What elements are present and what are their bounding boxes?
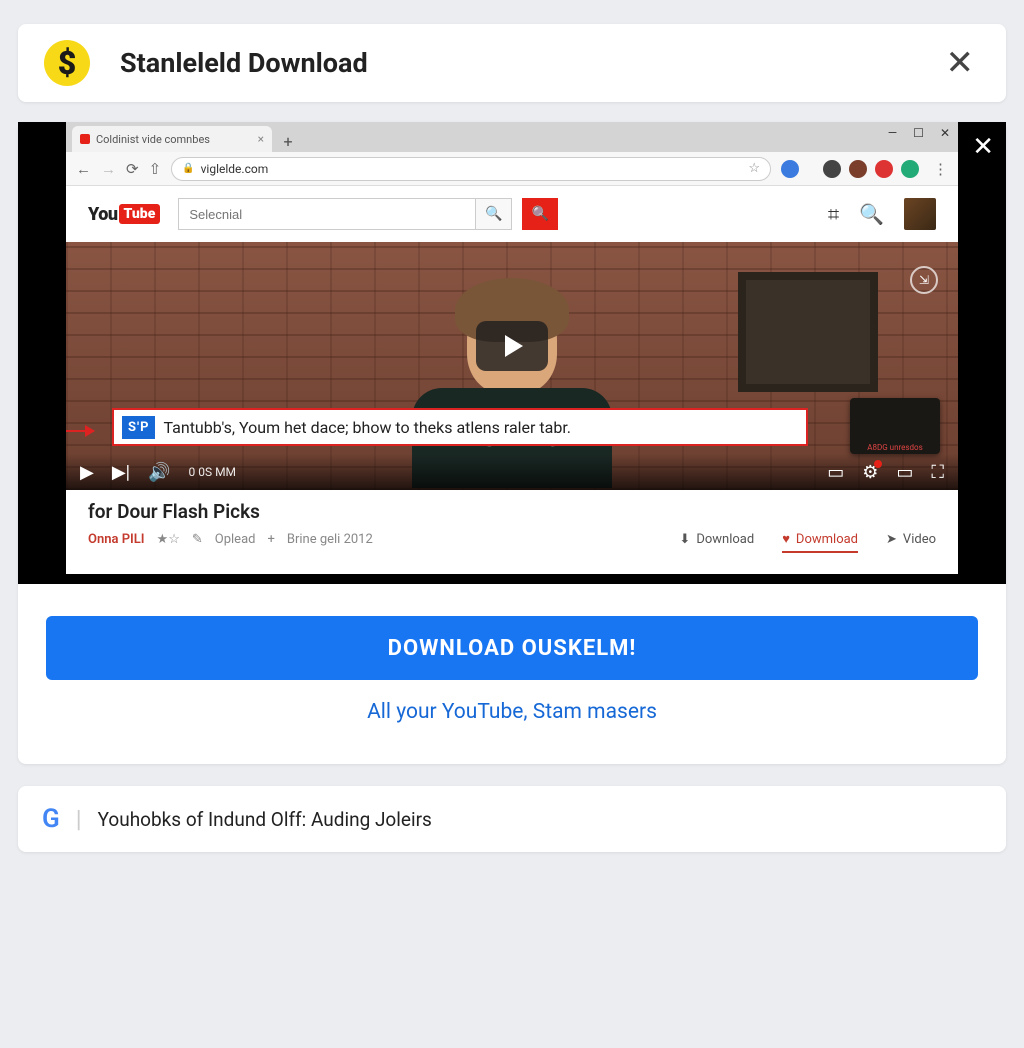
caption-callout: S'P Tantubb's, Youm het dace; bhow to th… <box>112 408 808 446</box>
meta-upload: Oplead <box>215 532 256 547</box>
browser-menu-icon[interactable]: ⋮ <box>933 160 948 178</box>
tab-close-icon[interactable]: × <box>258 132 264 146</box>
footer-text: Youhobks of Indund Olff: Auding Joleirs <box>98 808 432 831</box>
cta-sub-link[interactable]: All your YouTube, Stam masers <box>18 700 1006 724</box>
logo-you: You <box>88 204 118 225</box>
app-dollar-icon: $ <box>44 40 90 86</box>
search-icon: 🔍 <box>532 206 549 222</box>
mini-preview[interactable]: A8DG unresdos <box>850 398 940 454</box>
video-controls: ▶ ▶| 🔊 0 0S MM ▭ ⚙ ▭ ⛶ <box>66 454 958 490</box>
tab-favicon-icon <box>80 134 90 144</box>
download-icon: ⬇ <box>679 532 690 547</box>
url-text: viglelde.com <box>201 162 269 176</box>
pencil-icon: ✎ <box>192 532 203 547</box>
search-input[interactable] <box>178 198 476 230</box>
fullscreen-icon[interactable]: ⛶ <box>931 462 944 483</box>
browser-frame: Coldinist vide comnbes × + — ☐ ✕ ← → ⟳ ⇧… <box>66 122 958 574</box>
apps-grid-icon[interactable]: ⌗ <box>828 202 839 226</box>
nav-home-icon[interactable]: ⇧ <box>149 160 162 178</box>
nav-forward-icon[interactable]: → <box>101 160 116 178</box>
caption-text: Tantubb's, Youm het dace; bhow to theks … <box>163 418 571 437</box>
video-meta: Onna PILI ★☆ ✎ Oplead + Brine geli 2012 … <box>88 531 936 547</box>
video-info: for Dour Flash Picks Onna PILI ★☆ ✎ Ople… <box>66 490 958 559</box>
window-close-icon[interactable]: ✕ <box>940 126 950 140</box>
nav-back-icon[interactable]: ← <box>76 160 91 178</box>
window-minimize-icon[interactable]: — <box>888 126 897 140</box>
picture-in-picture-icon[interactable]: ⇲ <box>910 266 938 294</box>
send-icon: ➤ <box>886 532 897 547</box>
footer-card[interactable]: G | Youhobks of Indund Olff: Auding Jole… <box>18 786 1006 852</box>
meta-date: Brine geli 2012 <box>287 532 373 547</box>
next-icon[interactable]: ▶| <box>112 462 130 483</box>
main-card: ✕ Coldinist vide comnbes × + — ☐ ✕ ← → <box>18 122 1006 764</box>
youtube-search: 🔍 🔍 <box>178 198 558 230</box>
avatar[interactable] <box>904 198 936 230</box>
action-download-heart[interactable]: ♥ Dowmload <box>782 531 858 553</box>
window-maximize-icon[interactable]: ☐ <box>913 126 924 140</box>
search-icon[interactable]: 🔍 <box>859 202 884 226</box>
search-red-button[interactable]: 🔍 <box>522 198 558 230</box>
channel-name[interactable]: Onna PILI <box>88 532 145 547</box>
star-icon: ★☆ <box>157 532 180 547</box>
url-input[interactable]: 🔒 viglelde.com ☆ <box>171 157 771 181</box>
extension-icons: ⋮ <box>781 160 948 178</box>
search-button[interactable]: 🔍 <box>476 198 512 230</box>
logo-tube: Tube <box>119 204 161 224</box>
heart-icon: ♥ <box>782 531 790 547</box>
extension-icon[interactable] <box>781 160 799 178</box>
bookmark-star-icon[interactable]: ☆ <box>748 161 760 176</box>
theater-icon[interactable]: ▭ <box>896 462 913 483</box>
youtube-logo[interactable]: You Tube <box>88 204 160 225</box>
video-close-icon[interactable]: ✕ <box>972 132 994 162</box>
notification-dot-icon <box>874 460 882 468</box>
captions-icon[interactable]: ▭ <box>827 462 844 483</box>
youtube-header: You Tube 🔍 🔍 ⌗ 🔍 <box>66 186 958 242</box>
video-actions: ⬇ Download ♥ Dowmload ➤ Video <box>679 531 936 547</box>
extension-icon[interactable] <box>823 160 841 178</box>
header-card: $ Stanleleld Download ✕ <box>18 24 1006 102</box>
extension-icon[interactable] <box>849 160 867 178</box>
volume-icon[interactable]: 🔊 <box>148 462 170 483</box>
plus-icon: + <box>267 532 274 547</box>
window-controls: — ☐ ✕ <box>888 126 950 140</box>
download-cta-button[interactable]: DOWNLOAD OUSKELM! <box>46 616 978 680</box>
play-button[interactable] <box>476 321 548 371</box>
settings-button[interactable]: ⚙ <box>862 462 878 483</box>
extension-icon[interactable] <box>901 160 919 178</box>
picture-frame <box>738 272 878 392</box>
tab-add-button[interactable]: + <box>276 130 300 152</box>
close-icon[interactable]: ✕ <box>940 43 981 83</box>
callout-arrow-icon <box>66 430 94 432</box>
browser-tab-bar: Coldinist vide comnbes × + — ☐ ✕ <box>66 122 958 152</box>
tab-title: Coldinist vide comnbes <box>96 133 210 146</box>
nav-reload-icon[interactable]: ⟳ <box>126 160 139 178</box>
browser-tab[interactable]: Coldinist vide comnbes × <box>72 126 272 152</box>
page-title: Stanleleld Download <box>120 47 940 79</box>
browser-url-bar: ← → ⟳ ⇧ 🔒 viglelde.com ☆ ⋮ <box>66 152 958 186</box>
action-download[interactable]: ⬇ Download <box>679 531 754 547</box>
video-player[interactable]: DOVIRS S'P Tantubb's, Youm het dace; bho… <box>66 242 958 490</box>
separator: | <box>76 805 82 833</box>
play-icon <box>505 335 523 357</box>
google-logo-icon: G <box>42 804 60 834</box>
play-icon[interactable]: ▶ <box>80 462 94 483</box>
caption-badge: S'P <box>122 416 155 439</box>
video-title: for Dour Flash Picks <box>88 500 936 523</box>
video-time: 0 0S MM <box>189 465 237 479</box>
mini-preview-label: A8DG unresdos <box>865 441 924 454</box>
youtube-header-right: ⌗ 🔍 <box>828 198 936 230</box>
lock-icon: 🔒 <box>182 163 194 174</box>
action-video[interactable]: ➤ Video <box>886 531 936 547</box>
extension-icon[interactable] <box>875 160 893 178</box>
search-icon: 🔍 <box>485 206 502 222</box>
video-area: ✕ Coldinist vide comnbes × + — ☐ ✕ ← → <box>18 122 1006 584</box>
